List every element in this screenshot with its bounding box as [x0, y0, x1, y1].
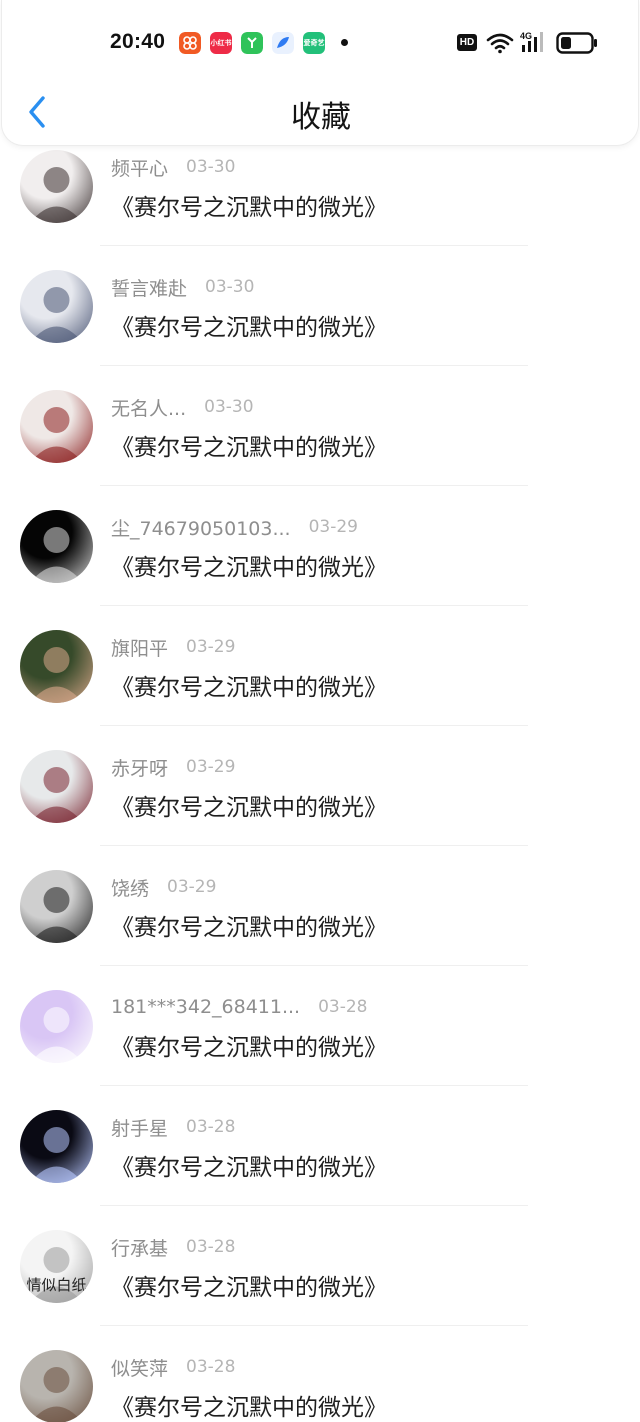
- page-title: 收藏: [291, 100, 351, 135]
- work-title-link[interactable]: 《赛尔号之沉默中的微光》: [111, 1388, 387, 1422]
- wifi-icon: [486, 32, 514, 58]
- work-title-link[interactable]: 《赛尔号之沉默中的微光》: [111, 1268, 387, 1302]
- divider: [100, 365, 528, 366]
- username[interactable]: 无名人...: [111, 394, 186, 421]
- status-bar: 20:40 小红书 爱奇艺 HD 4G: [2, 0, 640, 86]
- work-title-link[interactable]: 《赛尔号之沉默中的微光》: [111, 548, 387, 582]
- item-meta: 似笑萍 03-28: [111, 1354, 235, 1380]
- avatar[interactable]: [20, 150, 93, 223]
- list-item[interactable]: 无名人... 03-30 《赛尔号之沉默中的微光》: [0, 390, 640, 510]
- avatar[interactable]: [20, 750, 93, 823]
- iqiyi-icon: 爱奇艺: [303, 32, 325, 54]
- date-label: 03-30: [204, 397, 254, 417]
- list-item[interactable]: 旗阳平 03-29 《赛尔号之沉默中的微光》: [0, 630, 640, 750]
- list-item[interactable]: 似笑萍 03-28 《赛尔号之沉默中的微光》: [0, 1350, 640, 1422]
- work-title-link[interactable]: 《赛尔号之沉默中的微光》: [111, 788, 387, 822]
- status-time: 20:40: [110, 30, 166, 53]
- avatar[interactable]: [20, 1110, 93, 1183]
- date-label: 03-29: [308, 517, 358, 537]
- item-meta: 赤牙呀 03-29: [111, 754, 235, 780]
- work-title-link[interactable]: 《赛尔号之沉默中的微光》: [111, 908, 387, 942]
- date-label: 03-30: [205, 277, 255, 297]
- list-item[interactable]: 饶绣 03-29 《赛尔号之沉默中的微光》: [0, 870, 640, 990]
- avatar[interactable]: [20, 510, 93, 583]
- username[interactable]: 尘_74679050103...: [111, 514, 291, 541]
- date-label: 03-29: [167, 877, 217, 897]
- item-meta: 频平心 03-30: [111, 154, 235, 180]
- avatar[interactable]: [20, 870, 93, 943]
- item-meta: 无名人... 03-30: [111, 394, 254, 420]
- work-title-link[interactable]: 《赛尔号之沉默中的微光》: [111, 668, 387, 702]
- username[interactable]: 射手星: [111, 1114, 168, 1141]
- notification-dot-icon: [341, 39, 348, 46]
- item-meta: 尘_74679050103... 03-29: [111, 514, 358, 540]
- item-meta: 誓言难赴 03-30: [111, 274, 254, 300]
- hd-badge: HD: [457, 34, 477, 51]
- avatar[interactable]: [20, 1350, 93, 1422]
- avatar[interactable]: [20, 630, 93, 703]
- username[interactable]: 饶绣: [111, 874, 149, 901]
- avatar[interactable]: [20, 990, 93, 1063]
- list-item[interactable]: 频平心 03-30 《赛尔号之沉默中的微光》: [0, 150, 640, 270]
- divider: [100, 1205, 528, 1206]
- navigation-bar: 收藏: [2, 86, 640, 142]
- item-meta: 饶绣 03-29: [111, 874, 216, 900]
- avatar[interactable]: [20, 390, 93, 463]
- app-blue-icon: [272, 32, 294, 54]
- iqiyi-label: 爱奇艺: [303, 39, 325, 47]
- username[interactable]: 似笑萍: [111, 1354, 168, 1381]
- item-meta: 181***342_68411... 03-28: [111, 994, 368, 1020]
- app-green-icon: [241, 32, 263, 54]
- date-label: 03-29: [186, 757, 236, 777]
- list-item[interactable]: 赤牙呀 03-29 《赛尔号之沉默中的微光》: [0, 750, 640, 870]
- svg-text:4G: 4G: [520, 31, 532, 41]
- list-item[interactable]: 尘_74679050103... 03-29 《赛尔号之沉默中的微光》: [0, 510, 640, 630]
- work-title-link[interactable]: 《赛尔号之沉默中的微光》: [111, 1028, 387, 1062]
- cellular-signal-icon: 4G: [520, 30, 546, 58]
- date-label: 03-28: [186, 1117, 236, 1137]
- divider: [100, 1085, 528, 1086]
- username[interactable]: 频平心: [111, 154, 168, 181]
- divider: [100, 1325, 528, 1326]
- username[interactable]: 赤牙呀: [111, 754, 168, 781]
- xiaohongshu-label: 小红书: [210, 39, 232, 47]
- avatar-caption: 情似白纸: [26, 1276, 87, 1294]
- username[interactable]: 誓言难赴: [111, 274, 187, 301]
- divider: [100, 965, 528, 966]
- item-meta: 行承基 03-28: [111, 1234, 235, 1260]
- date-label: 03-29: [186, 637, 236, 657]
- username[interactable]: 旗阳平: [111, 634, 168, 661]
- list-item[interactable]: 誓言难赴 03-30 《赛尔号之沉默中的微光》: [0, 270, 640, 390]
- avatar[interactable]: 情似白纸: [20, 1230, 93, 1303]
- username[interactable]: 行承基: [111, 1234, 168, 1261]
- header-card: 20:40 小红书 爱奇艺 HD 4G 收藏: [1, 0, 639, 146]
- avatar[interactable]: [20, 270, 93, 343]
- divider: [100, 485, 528, 486]
- list-item[interactable]: 181***342_68411... 03-28 《赛尔号之沉默中的微光》: [0, 990, 640, 1110]
- divider: [100, 725, 528, 726]
- work-title-link[interactable]: 《赛尔号之沉默中的微光》: [111, 428, 387, 462]
- date-label: 03-28: [186, 1237, 236, 1257]
- item-meta: 旗阳平 03-29: [111, 634, 235, 660]
- favorites-screen: 频平心 03-30 《赛尔号之沉默中的微光》 誓言难赴 03-30 《赛尔号之沉默中的微…: [0, 0, 640, 1422]
- username[interactable]: 181***342_68411...: [111, 996, 300, 1018]
- work-title-link[interactable]: 《赛尔号之沉默中的微光》: [111, 308, 387, 342]
- divider: [100, 245, 528, 246]
- item-meta: 射手星 03-28: [111, 1114, 235, 1140]
- list-item[interactable]: 情似白纸 行承基 03-28 《赛尔号之沉默中的微光》: [0, 1230, 640, 1350]
- list-item[interactable]: 射手星 03-28 《赛尔号之沉默中的微光》: [0, 1110, 640, 1230]
- date-label: 03-28: [186, 1357, 236, 1377]
- xiaohongshu-icon: 小红书: [210, 32, 232, 54]
- date-label: 03-28: [318, 997, 368, 1017]
- work-title-link[interactable]: 《赛尔号之沉默中的微光》: [111, 1148, 387, 1182]
- work-title-link[interactable]: 《赛尔号之沉默中的微光》: [111, 188, 387, 222]
- divider: [100, 605, 528, 606]
- date-label: 03-30: [186, 157, 236, 177]
- app-orange-icon: [179, 32, 201, 54]
- battery-icon: [556, 32, 598, 58]
- divider: [100, 845, 528, 846]
